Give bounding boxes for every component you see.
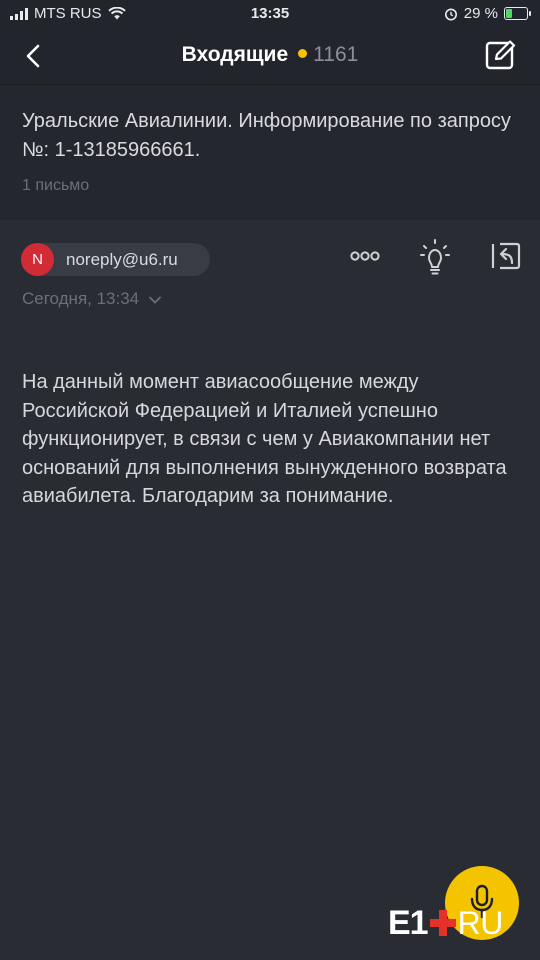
watermark: E1 RU xyxy=(388,903,504,942)
mail-screen: MTS RUS 13:35 29 % Входящие 1161 Уральск… xyxy=(0,0,540,960)
letters-count: 1 письмо xyxy=(22,177,90,194)
message-date-label: Сегодня, 13:34 xyxy=(22,289,140,308)
unread-dot xyxy=(298,49,308,59)
chevron-down-icon xyxy=(148,296,161,304)
lightbulb-icon[interactable] xyxy=(420,238,450,276)
folder-title: Входящие 1161 xyxy=(0,43,540,67)
watermark-ru: RU xyxy=(457,904,504,941)
folder-name: Входящие xyxy=(181,43,289,66)
status-right: 29 % xyxy=(444,5,531,22)
message-body: На данный момент авиасообщение между Рос… xyxy=(22,371,507,507)
thread-subject: Уральские Авиалинии. Информирование по з… xyxy=(22,110,511,161)
watermark-plus-icon xyxy=(429,910,456,936)
battery-icon xyxy=(504,7,531,20)
more-icon[interactable] xyxy=(349,245,381,267)
sender-email: noreply@u6.ru xyxy=(66,250,178,269)
watermark-e1: E1 xyxy=(388,903,429,942)
unread-count: 1161 xyxy=(313,43,359,66)
message-date[interactable]: Сегодня, 13:34 xyxy=(22,289,162,309)
reply-icon[interactable] xyxy=(490,240,522,272)
compose-icon[interactable] xyxy=(484,38,518,72)
alarm-icon xyxy=(444,8,457,20)
status-bar: MTS RUS 13:35 29 % xyxy=(0,0,540,28)
battery-percent: 29 % xyxy=(463,5,498,22)
thread-header: Уральские Авиалинии. Информирование по з… xyxy=(0,85,540,220)
avatar: N xyxy=(21,243,54,276)
navigation-bar: Входящие 1161 xyxy=(0,28,540,85)
sender-chip[interactable]: N noreply@u6.ru xyxy=(21,243,210,276)
